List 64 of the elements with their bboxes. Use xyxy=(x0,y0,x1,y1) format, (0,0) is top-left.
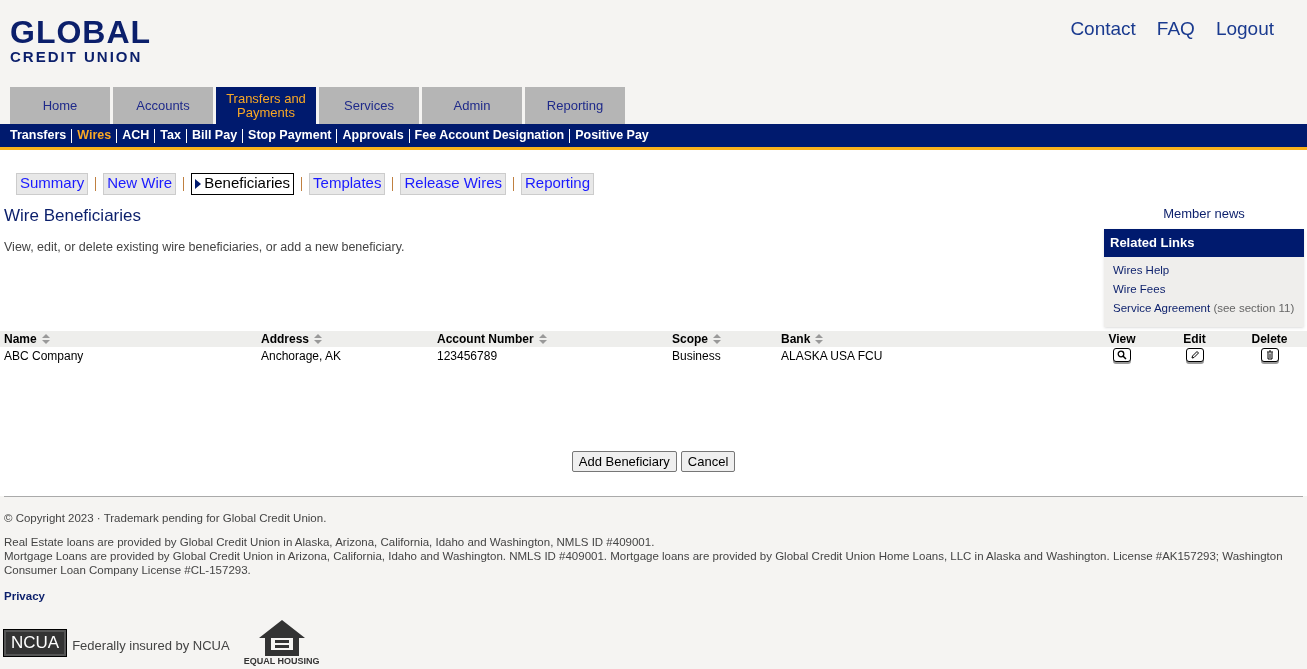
sub-nav-link[interactable]: Transfers xyxy=(10,126,67,145)
header-link[interactable]: Logout xyxy=(1215,15,1274,44)
table-cell: ALASKA USA FCU xyxy=(781,348,883,363)
column-header[interactable]: Name xyxy=(4,329,37,348)
wire-tab[interactable]: Reporting xyxy=(521,172,595,195)
form-button[interactable]: Add Beneficiary xyxy=(571,450,677,472)
legal-text: Mortgage Loans are provided by Global Credit Union in Arizona, California, Idaho and Washington. NMLS ID #409001. Mortgage loans are provided by Global Credit Union Home Loans, LLC in Alaska and Washington. License #AK157293; Washington Consumer Loan Company License #CL-157293. xyxy=(4,549,1284,577)
sub-nav-link[interactable]: Fee Account Designation xyxy=(414,126,565,145)
search-icon[interactable] xyxy=(1113,347,1131,362)
column-header: View xyxy=(1108,330,1136,348)
privacy-link[interactable]: Privacy xyxy=(4,588,1303,606)
equal-housing-text: EQUAL HOUSING xyxy=(243,656,320,667)
sub-nav-link[interactable]: Positive Pay xyxy=(575,126,649,145)
nav-tab[interactable]: Admin xyxy=(422,87,522,124)
wire-tab[interactable]: Summary xyxy=(16,172,89,195)
column-header: Edit xyxy=(1183,330,1206,348)
trash-icon[interactable] xyxy=(1260,347,1279,362)
wire-tab[interactable]: Templates xyxy=(309,172,386,195)
related-links-heading: Related Links xyxy=(1104,229,1304,257)
table-cell: ABC Company xyxy=(4,348,84,363)
nav-tab[interactable]: Services xyxy=(319,87,419,124)
ncua-text: Federally insured by NCUA xyxy=(72,637,230,656)
related-link[interactable]: Wires Help xyxy=(1113,262,1295,277)
nav-tab[interactable]: Home xyxy=(10,87,110,124)
related-link[interactable]: Service Agreement (see section 11) xyxy=(1113,300,1295,315)
wire-tab[interactable]: Beneficiaries xyxy=(191,172,295,195)
selected-arrow-icon xyxy=(195,178,202,189)
copyright-text: © Copyright 2023 · Trademark pending for Global Credit Union. xyxy=(4,511,328,525)
sort-icon[interactable] xyxy=(537,332,548,345)
related-link[interactable]: Wire Fees xyxy=(1113,281,1295,296)
logo-subtitle: CREDIT UNION xyxy=(10,48,144,66)
nav-tab[interactable]: Transfers and Payments xyxy=(216,87,316,124)
header-link[interactable]: FAQ xyxy=(1156,15,1195,44)
table-cell: 123456789 xyxy=(437,348,498,363)
wire-tab[interactable]: New Wire xyxy=(103,172,177,195)
sort-icon[interactable] xyxy=(313,332,324,345)
member-news-link[interactable]: Member news xyxy=(1104,202,1304,229)
column-header[interactable]: Address xyxy=(261,329,310,348)
sort-icon[interactable] xyxy=(40,332,51,345)
page-title: Wire Beneficiaries xyxy=(4,205,142,227)
column-header[interactable]: Bank xyxy=(781,329,811,348)
column-header: Delete xyxy=(1251,330,1288,348)
sort-icon[interactable] xyxy=(712,332,722,345)
table-cell: Anchorage, AK xyxy=(261,348,342,363)
form-button[interactable]: Cancel xyxy=(680,450,736,472)
page-description: View, edit, or delete existing wire beneficiaries, or add a new beneficiary. xyxy=(4,238,406,256)
sub-nav-link[interactable]: Approvals xyxy=(342,126,404,145)
column-header[interactable]: Account Number xyxy=(437,329,534,348)
sub-nav-link[interactable]: Wires xyxy=(77,126,112,145)
sort-icon[interactable] xyxy=(814,332,825,345)
legal-text: Real Estate loans are provided by Global Credit Union in Alaska, Arizona, California, Idaho and Washington, NMLS ID #409001. xyxy=(4,535,656,549)
sub-nav-link[interactable]: Bill Pay xyxy=(191,126,238,145)
sub-nav-link[interactable]: ACH xyxy=(122,126,150,145)
table-cell: Business xyxy=(672,348,721,363)
nav-tab[interactable]: Accounts xyxy=(113,87,213,124)
wire-tab[interactable]: Release Wires xyxy=(400,172,506,195)
sub-nav-link[interactable]: Tax xyxy=(160,126,181,145)
ncua-badge: NCUA xyxy=(4,630,67,657)
header-link[interactable]: Contact xyxy=(1070,15,1136,44)
sub-nav-link[interactable]: Stop Payment xyxy=(248,126,332,145)
logo-wordmark: GLOBAL xyxy=(10,16,152,48)
column-header[interactable]: Scope xyxy=(672,329,708,348)
pencil-icon[interactable] xyxy=(1185,347,1204,362)
nav-tab[interactable]: Reporting xyxy=(525,87,625,124)
